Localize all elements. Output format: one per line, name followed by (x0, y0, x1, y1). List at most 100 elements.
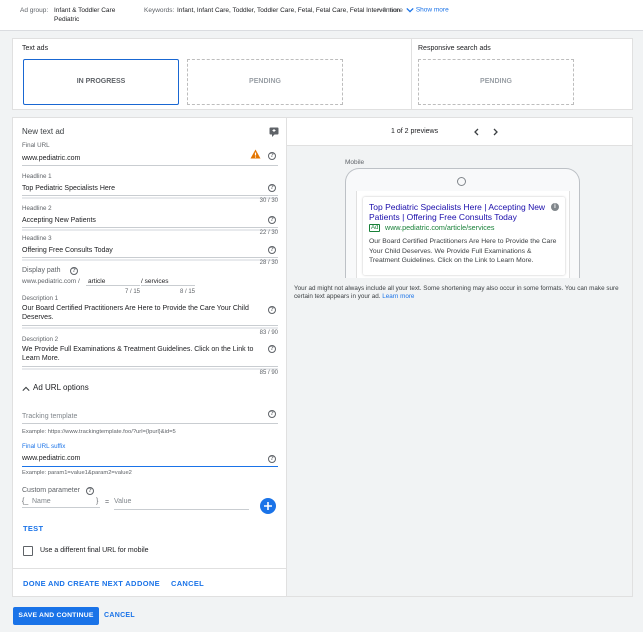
warning-icon[interactable] (250, 149, 261, 159)
chevron-left-icon[interactable] (473, 128, 480, 136)
ad-group-name: Infant & Toddler Care (54, 7, 116, 14)
custom-parameter-name-input[interactable]: {_ Name } (22, 496, 100, 508)
ad-info-icon[interactable]: i (551, 203, 559, 211)
headline2-input[interactable]: Accepting New Patients (22, 214, 278, 228)
final-url-suffix-help-icon[interactable]: ? (268, 455, 276, 463)
final-url-suffix-input[interactable]: www.pediatric.com (22, 452, 278, 467)
path1-value: article (88, 278, 106, 285)
tracking-template-help-icon[interactable]: ? (268, 410, 276, 418)
in-progress-card[interactable]: IN PROGRESS (23, 59, 179, 105)
description1-value: Our Board Certified Practitioners Are He… (22, 305, 249, 321)
cancel-ad-button[interactable]: CANCEL (171, 579, 204, 588)
show-more-link[interactable]: Show more (406, 6, 449, 14)
path2-value: / services (141, 278, 169, 285)
pending-card[interactable]: PENDING (187, 59, 343, 105)
new-text-ad-form: New text ad Final URL www.pediatric.com … (12, 117, 287, 597)
ad-preview-headline: Top Pediatric Specialists Here | Accepti… (369, 202, 546, 222)
pending-label: PENDING (249, 78, 281, 85)
headline1-input[interactable]: Top Pediatric Specialists Here (22, 182, 278, 196)
ad-preview-display-url: www.pediatric.com/article/services (385, 223, 495, 232)
display-path-help-icon[interactable]: ? (70, 267, 78, 275)
final-url-suffix-label: Final URL suffix (22, 443, 66, 450)
headline1-value: Top Pediatric Specialists Here (22, 185, 115, 192)
keywords-value: Infant, Infant Care, Toddler, Toddler Ca… (177, 7, 401, 14)
responsive-pending-card[interactable]: PENDING (418, 59, 574, 105)
preview-toolbar: 1 of 2 previews (287, 118, 632, 146)
form-title: New text ad (22, 127, 65, 136)
path2-input[interactable]: / services (141, 276, 195, 286)
learn-more-link[interactable]: Learn more (382, 293, 414, 300)
final-url-value: www.pediatric.com (22, 155, 81, 162)
responsive-pending-label: PENDING (480, 78, 512, 85)
plus-icon (264, 502, 272, 510)
chevron-right-icon[interactable] (492, 128, 499, 136)
keywords-label: Keywords: (144, 7, 175, 14)
final-url-input[interactable]: www.pediatric.com (22, 152, 278, 166)
custom-parameter-name-suffix: } (96, 498, 99, 505)
headline1-label: Headline 1 (22, 173, 52, 180)
tracking-template-input[interactable]: Tracking template (22, 408, 278, 424)
cancel-button[interactable]: CANCEL (104, 612, 135, 619)
headline3-label: Headline 3 (22, 235, 52, 242)
display-path-label-text: Display path (22, 267, 61, 274)
description2-counter: 85 / 90 (259, 370, 278, 376)
done-button[interactable]: DONE (137, 579, 160, 588)
ad-badge: Ad (369, 224, 381, 232)
headline1-help-icon[interactable]: ? (268, 184, 276, 192)
responsive-ads-title: Responsive search ads (418, 45, 491, 52)
description1-label: Description 1 (22, 295, 59, 302)
description1-input[interactable]: Our Board Certified Practitioners Are He… (22, 304, 278, 326)
text-ads-panel: Text ads IN PROGRESS PENDING (12, 38, 412, 110)
headline3-help-icon[interactable]: ? (268, 246, 276, 254)
description2-help-icon[interactable]: ? (268, 345, 276, 353)
save-and-continue-button[interactable]: SAVE AND CONTINUE (13, 607, 99, 625)
add-parameter-button[interactable] (260, 498, 276, 514)
custom-parameter-label: Custom parameter (22, 487, 80, 494)
test-button[interactable]: TEST (23, 524, 43, 533)
done-and-create-next-button[interactable]: DONE AND CREATE NEXT AD (23, 579, 137, 588)
headline2-counter: 22 / 30 (259, 230, 278, 236)
custom-parameter-name-prefix: {_ (22, 498, 29, 505)
final-url-help-icon[interactable]: ? (268, 152, 276, 160)
ad-group-name-line2: Pediatric (54, 16, 80, 23)
actions-divider (13, 568, 286, 569)
final-url-suffix-value: www.pediatric.com (22, 455, 81, 462)
headline1-counter: 30 / 30 (259, 198, 278, 204)
tracking-template-placeholder: Tracking template (22, 413, 78, 420)
ad-url-options-label: Ad URL options (33, 383, 89, 392)
description2-input[interactable]: We Provide Full Examinations & Treatment… (22, 345, 278, 367)
responsive-ads-panel: Responsive search ads PENDING (411, 38, 633, 110)
text-ads-title: Text ads (22, 45, 49, 52)
description1-help-icon[interactable]: ? (268, 306, 276, 314)
phone-frame: Top Pediatric Specialists Here | Accepti… (345, 168, 580, 278)
show-more-label: Show more (415, 6, 449, 14)
path2-counter: 8 / 15 (179, 289, 195, 295)
mobile-url-checkbox[interactable] (23, 546, 33, 556)
tracking-template-example: Example: https://www.trackingtemplate.fo… (22, 429, 176, 435)
custom-parameter-help-icon[interactable]: ? (86, 487, 94, 495)
equals-sign: = (105, 499, 110, 506)
display-path-label: Display path (22, 267, 61, 274)
final-url-label: Final URL (22, 142, 50, 149)
custom-parameter-name-placeholder: Name (32, 498, 51, 505)
custom-parameter-value-placeholder: Value (114, 498, 132, 505)
in-progress-label: IN PROGRESS (76, 78, 126, 85)
custom-parameter-value-input[interactable]: Value (114, 496, 249, 510)
preview-device-label: Mobile (345, 159, 365, 166)
headline2-help-icon[interactable]: ? (268, 216, 276, 224)
preview-disclaimer: Your ad might not always include all you… (294, 285, 630, 301)
description2-value: We Provide Full Examinations & Treatment… (22, 346, 254, 362)
path1-counter: 7 / 15 (124, 289, 140, 295)
headline3-value: Offering Free Consults Today (22, 247, 113, 254)
headline3-counter: 28 / 30 (259, 260, 278, 266)
feedback-icon[interactable] (269, 127, 279, 137)
phone-screen: Top Pediatric Specialists Here | Accepti… (356, 191, 570, 278)
headline3-input[interactable]: Offering Free Consults Today (22, 244, 278, 258)
save-and-continue-label: SAVE AND CONTINUE (18, 612, 94, 619)
description2-label: Description 2 (22, 336, 59, 343)
preview-count: 1 of 2 previews (391, 128, 439, 135)
more-keywords-count: + 3 more (377, 7, 403, 14)
path1-input[interactable]: article (86, 276, 140, 286)
display-path-base: www.pediatric.com / (22, 278, 80, 285)
mobile-url-checkbox-label: Use a different final URL for mobile (40, 547, 149, 554)
